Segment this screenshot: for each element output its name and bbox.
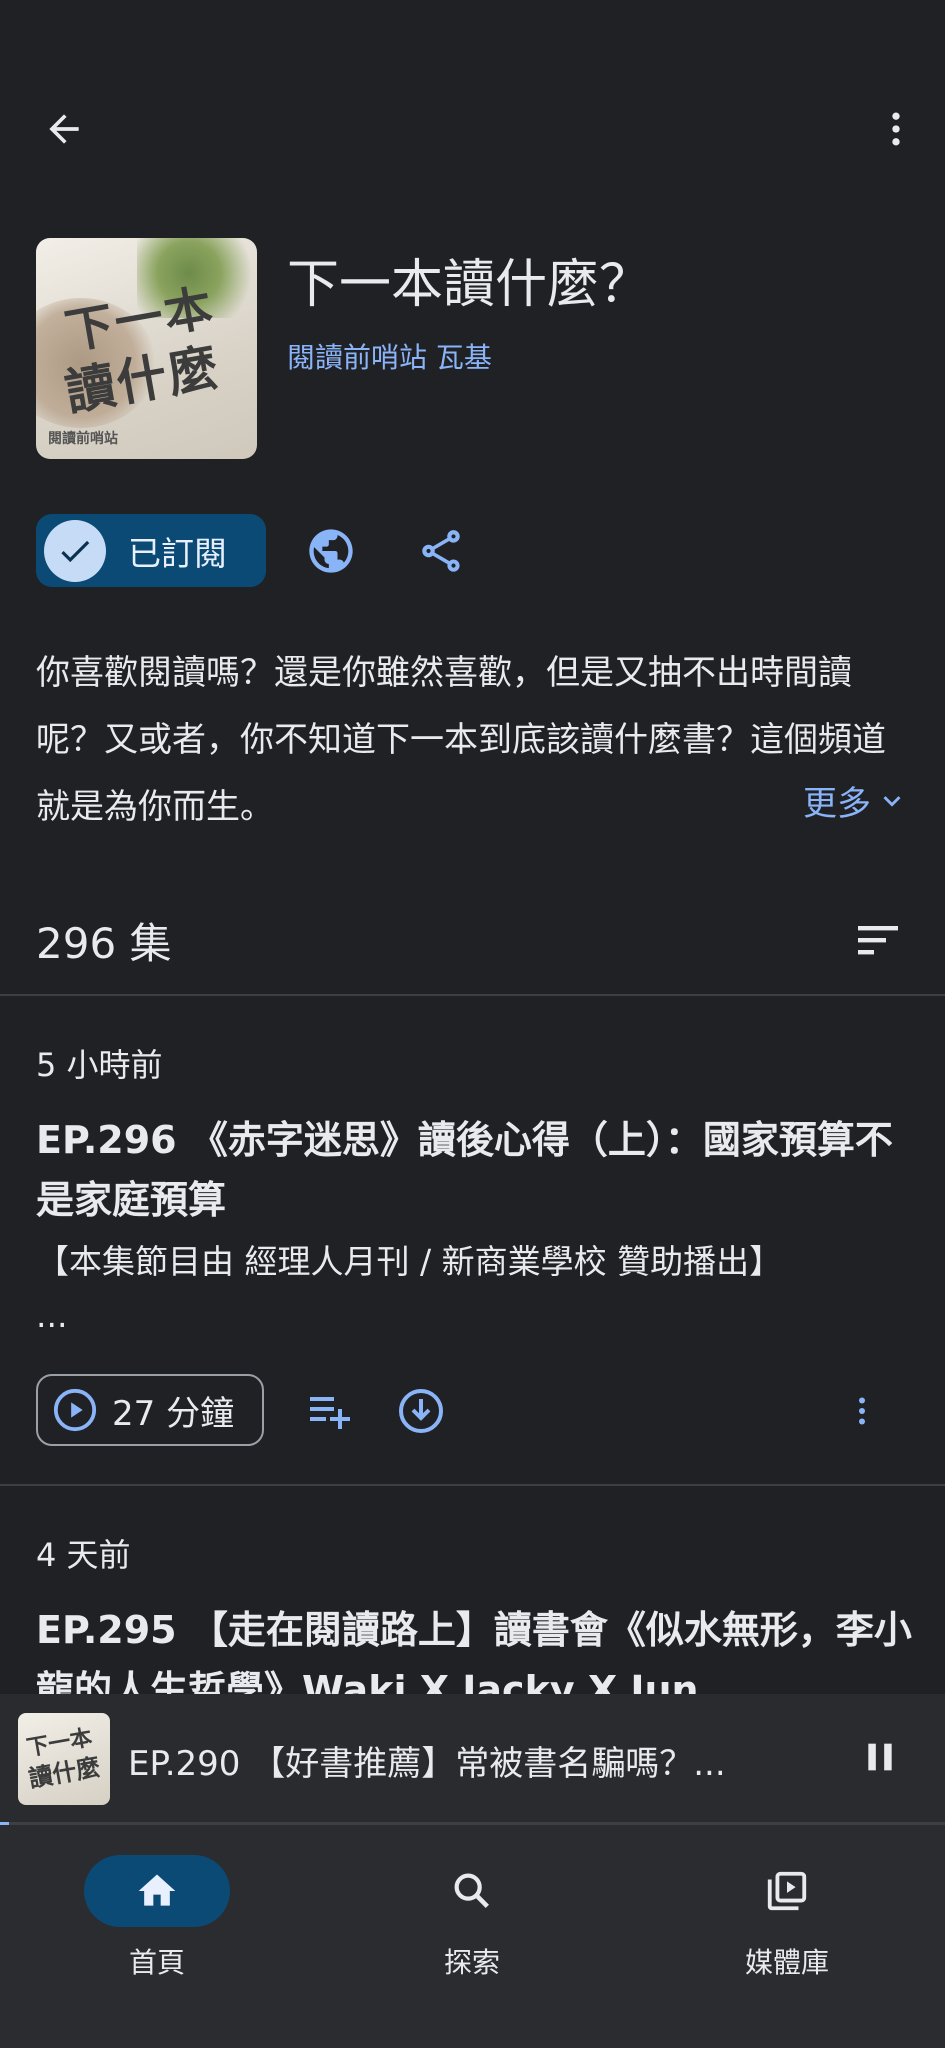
share-button[interactable] [412, 522, 470, 580]
website-button[interactable] [302, 522, 360, 580]
podcast-title: 下一本讀什麼？ [287, 255, 652, 315]
cover-publisher: 閱讀前哨站 [48, 431, 118, 447]
episode-time: 4 天前 [36, 1536, 131, 1574]
check-icon [44, 519, 106, 582]
podcast-cover-art: 下一本 讀什麼 閱讀前哨站 [36, 238, 257, 459]
episode-description: 【本集節目由 經理人月刊 / 新商業學校 贊助播出】 [36, 1242, 783, 1281]
more-options-button[interactable] [872, 105, 920, 153]
mini-player-title[interactable]: EP.290 【好書推薦】常被書名騙嗎？... [128, 1736, 778, 1785]
search-icon [454, 1873, 489, 1908]
globe-icon [309, 529, 353, 573]
episode-title[interactable]: EP.296 《赤字迷思》讀後心得（上）：國家預算不是家庭預算 [36, 1110, 916, 1230]
more-description-button[interactable]: 更多 [793, 776, 909, 825]
play-circle-icon [53, 1388, 97, 1432]
nav-item-home[interactable]: 首頁 [37, 1855, 277, 1985]
sort-icon [858, 926, 898, 955]
more-vert-icon [892, 112, 900, 146]
episode-description-ellipsis: ... [36, 1296, 68, 1335]
podcast-author-link[interactable]: 閱讀前哨站 瓦基 [287, 336, 492, 376]
home-icon [138, 1874, 176, 1906]
more-label: 更多 [803, 784, 871, 824]
mini-player-art: 下一本 讀什麼 [18, 1713, 110, 1805]
more-vert-icon [859, 1397, 865, 1425]
divider [0, 1484, 945, 1486]
download-circle-icon [399, 1389, 443, 1433]
back-button[interactable] [40, 105, 88, 153]
download-button[interactable] [396, 1386, 446, 1436]
episode-count: 296 集 [36, 919, 172, 968]
nav-item-library[interactable]: 媒體庫 [667, 1855, 907, 1985]
playlist-add-icon [310, 1397, 350, 1429]
sort-button[interactable] [852, 918, 904, 962]
play-episode-button[interactable]: 27 分鐘 [36, 1374, 264, 1446]
nav-item-explore[interactable]: 探索 [352, 1855, 592, 1985]
pause-icon [868, 1743, 892, 1771]
episode-duration: 27 分鐘 [112, 1393, 235, 1434]
nav-label-home: 首頁 [128, 1946, 185, 1979]
pause-button[interactable] [858, 1735, 902, 1779]
podcast-description: 你喜歡閱讀嗎？還是你雖然喜歡，但是又抽不出時間讀呢？又或者，你不知道下一本到底該… [36, 653, 886, 827]
subscribed-button[interactable]: 已訂閱 [36, 514, 266, 587]
subscribed-label: 已訂閱 [128, 533, 227, 573]
episode-time: 5 小時前 [36, 1046, 163, 1084]
share-icon [422, 530, 460, 572]
add-to-queue-button[interactable] [304, 1386, 356, 1436]
nav-label-library: 媒體庫 [744, 1946, 829, 1979]
nav-label-explore: 探索 [443, 1946, 500, 1979]
arrow-back-icon [49, 114, 79, 144]
chevron-down-icon [883, 795, 901, 807]
library-icon [767, 1871, 807, 1911]
divider [0, 994, 945, 996]
episode-more-button[interactable] [842, 1386, 882, 1436]
